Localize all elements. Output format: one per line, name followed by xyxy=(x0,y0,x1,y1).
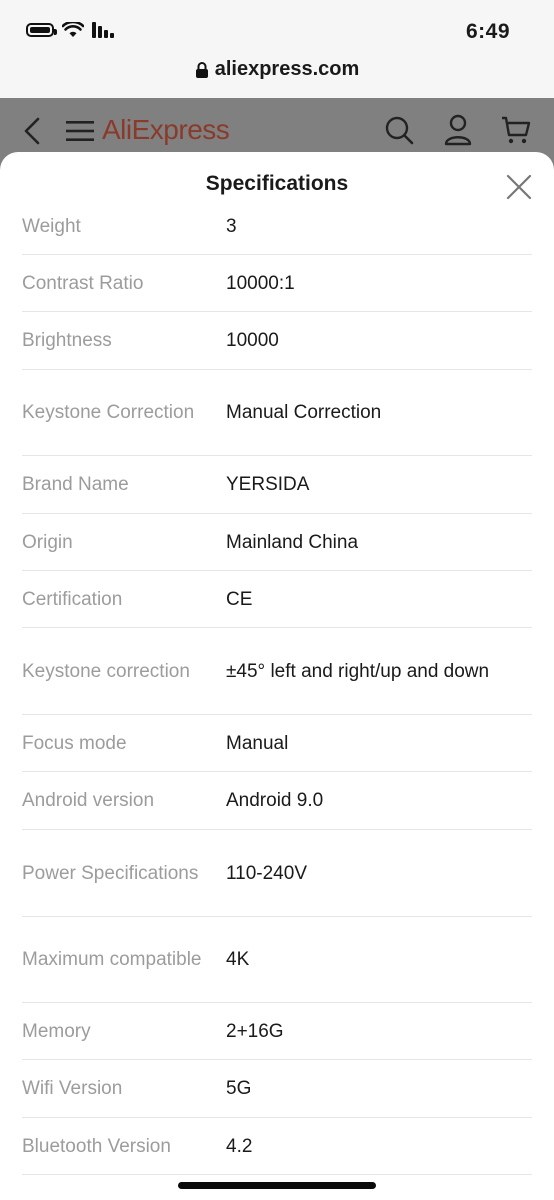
spec-row: Contrast Ratio 10000:1 xyxy=(22,255,532,312)
spec-label: Wifi Version xyxy=(22,1078,123,1099)
spec-value: 4.2 xyxy=(226,1135,253,1157)
specifications-sheet: Specifications Weight 3 Contrast Ratio 1… xyxy=(0,152,554,1200)
spec-label: Maximum compatible xyxy=(22,949,202,970)
spec-label: Brightness xyxy=(22,330,112,351)
spec-row: Bluetooth Version 4.2 xyxy=(22,1118,532,1175)
spec-row: Origin Mainland China xyxy=(22,514,532,571)
url-display[interactable]: aliexpress.com xyxy=(195,58,360,81)
specs-list: Weight 3 Contrast Ratio 10000:1 Brightne… xyxy=(22,198,532,1175)
spec-value: Mainland China xyxy=(226,531,359,553)
spec-value: 3 xyxy=(226,215,237,237)
spec-value: 110-240V xyxy=(226,862,307,884)
spec-row: Memory 2+16G xyxy=(22,1003,532,1060)
spec-value: CE xyxy=(226,588,253,610)
status-time: 6:49 xyxy=(465,20,510,43)
spec-row: Focus mode Manual xyxy=(22,715,532,772)
battery-icon xyxy=(26,23,57,37)
spec-label: Brand Name xyxy=(22,474,129,495)
spec-row: Wifi Version 5G xyxy=(22,1060,532,1118)
url-text: aliexpress.com xyxy=(214,58,360,80)
spec-value: 10000:1 xyxy=(226,272,295,294)
spec-label: Power Specifications xyxy=(22,862,199,884)
spec-label: Focus mode xyxy=(22,732,127,754)
status-bar: 6:49 xyxy=(0,0,554,58)
spec-row: Certification CE xyxy=(22,571,532,628)
spec-row: Brightness 10000 xyxy=(22,312,532,370)
spec-label: Contrast Ratio xyxy=(22,272,144,294)
back-chevron-icon[interactable] xyxy=(22,116,42,146)
spec-label: Android version xyxy=(22,790,155,811)
cellular-signal-icon xyxy=(92,22,114,38)
spec-value: 2+16G xyxy=(226,1020,284,1042)
status-icons xyxy=(26,22,114,38)
spec-value: Manual Correction xyxy=(226,402,382,423)
spec-row: Brand Name YERSIDA xyxy=(22,456,532,514)
lock-icon xyxy=(195,61,208,78)
spec-label: Keystone correction xyxy=(22,660,190,682)
spec-row: Maximum compatible 4K xyxy=(22,917,532,1003)
spec-label: Bluetooth Version xyxy=(22,1135,171,1157)
spec-label: Certification xyxy=(22,588,123,610)
spec-row: Weight 3 xyxy=(22,198,532,255)
spec-row: Android version Android 9.0 xyxy=(22,772,532,830)
spec-value: 10000 xyxy=(226,330,279,351)
spec-label: Keystone Correction xyxy=(22,402,195,423)
spec-row: Keystone Correction Manual Correction xyxy=(22,370,532,456)
spec-value: Android 9.0 xyxy=(226,790,324,811)
spec-row: Keystone correction ±45° left and right/… xyxy=(22,628,532,715)
search-icon[interactable] xyxy=(384,115,414,145)
spec-row: Power Specifications 110-240V xyxy=(22,830,532,917)
spec-label: Weight xyxy=(22,215,81,237)
user-icon[interactable] xyxy=(444,114,472,146)
hamburger-menu-icon[interactable] xyxy=(66,120,94,142)
sheet-title: Specifications xyxy=(205,172,349,195)
wifi-icon xyxy=(62,22,84,37)
aliexpress-logo[interactable]: AliExpress xyxy=(102,114,230,146)
spec-value: 4K xyxy=(226,949,250,970)
spec-value: ±45° left and right/up and down xyxy=(226,660,490,682)
spec-label: Origin xyxy=(22,531,73,553)
spec-label: Memory xyxy=(22,1020,91,1042)
spec-value: YERSIDA xyxy=(226,474,310,495)
spec-value: Manual xyxy=(226,732,289,754)
spec-value: 5G xyxy=(226,1078,252,1099)
home-indicator[interactable] xyxy=(178,1182,376,1189)
browser-url-bar[interactable]: aliexpress.com xyxy=(0,58,554,98)
cart-icon[interactable] xyxy=(500,114,532,146)
